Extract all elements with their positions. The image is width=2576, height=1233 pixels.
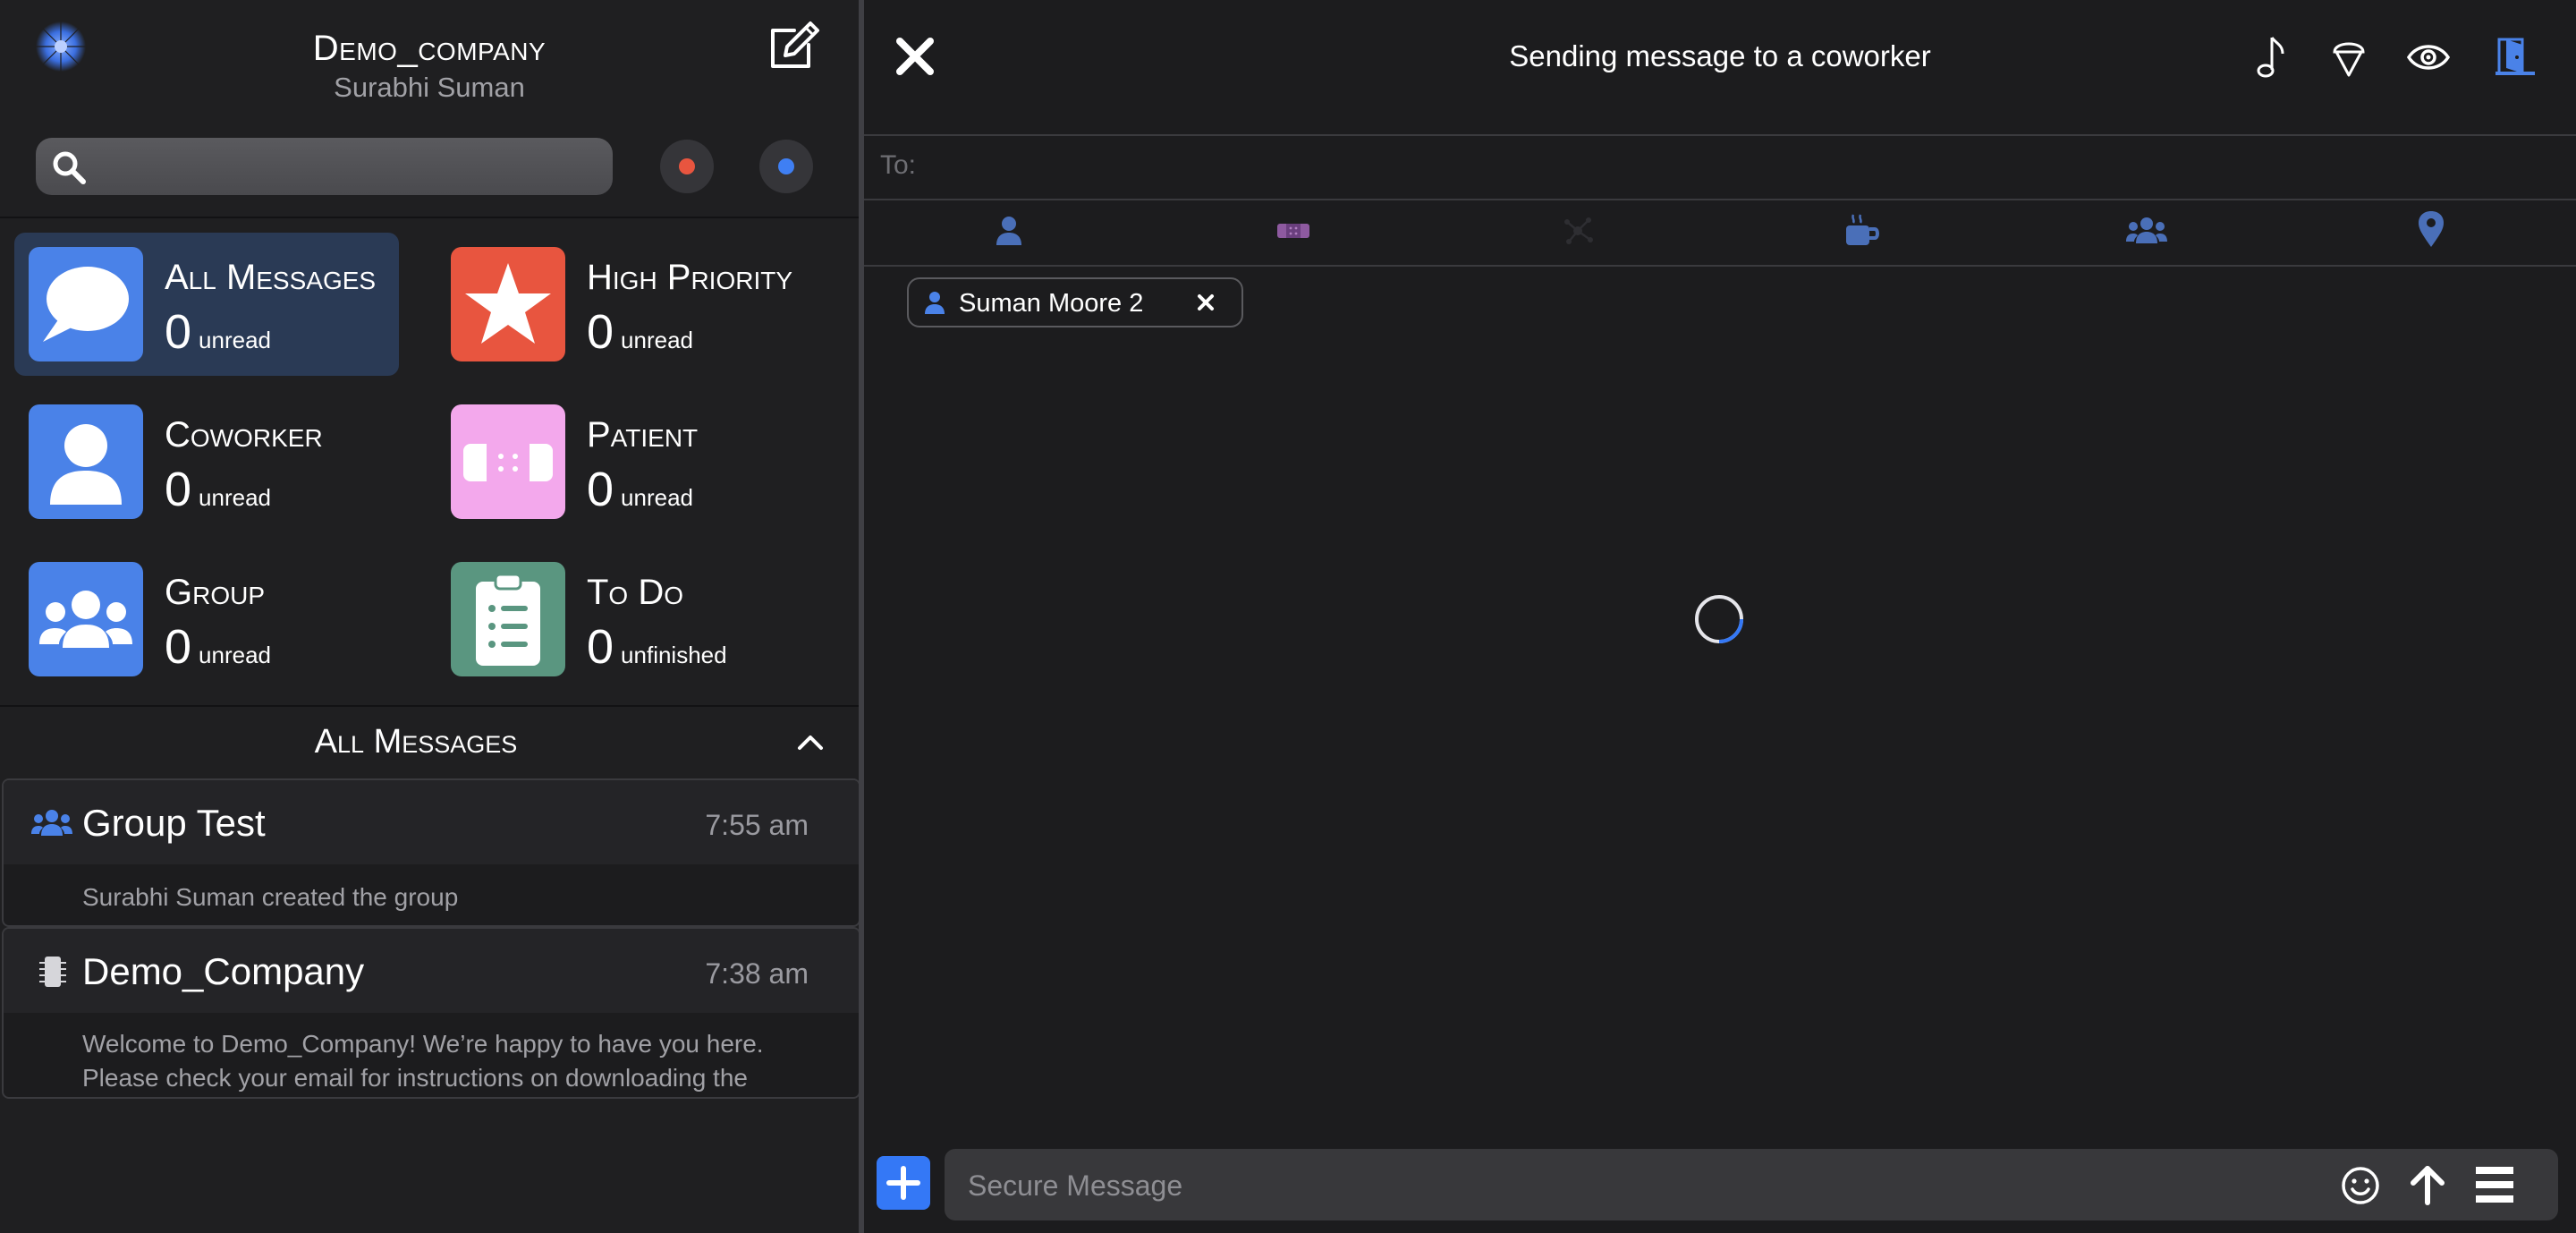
tile-count: 0 unread: [165, 305, 272, 359]
tile-high-priority[interactable]: High Priority 0 unread: [436, 233, 821, 376]
tile-count: 0 unread: [165, 620, 272, 674]
divider: [864, 134, 2576, 136]
arrow-up-icon: [2411, 1166, 2445, 1205]
music-note-icon[interactable]: [2256, 34, 2288, 81]
thread-time: 7:55 am: [705, 809, 809, 841]
tile-count: 0 unread: [587, 305, 694, 359]
star-icon: [465, 263, 551, 344]
chevron-up-icon[interactable]: [796, 730, 825, 752]
group-icon: [39, 591, 132, 648]
coffee-icon[interactable]: [1843, 211, 1879, 247]
tile-icon-box: [29, 247, 143, 361]
tile-coworker[interactable]: Coworker 0 unread: [14, 390, 399, 533]
divider: [0, 217, 859, 218]
network-icon[interactable]: [1560, 213, 1596, 249]
bandage-icon: [463, 444, 553, 481]
message-composer: [945, 1149, 2558, 1222]
thread-preview: Surabhi Suman created the group: [82, 883, 459, 911]
tile-title: All Messages: [165, 258, 377, 297]
emoji-icon: [2342, 1167, 2379, 1204]
tile-count: 0 unfinished: [587, 620, 727, 674]
door-exit-icon[interactable]: [2494, 36, 2537, 77]
loading-spinner-icon: [1692, 592, 1746, 646]
status-filter-red-button[interactable]: [660, 140, 714, 193]
thread-title: Group Test: [82, 802, 266, 844]
message-thread-item[interactable]: Demo_Company 7:38 am Welcome to Demo_Com…: [2, 927, 860, 1099]
send-button[interactable]: [2408, 1163, 2447, 1206]
tile-icon-box: [451, 404, 565, 519]
tile-count: 0 unread: [587, 463, 694, 516]
tile-title: Patient: [587, 415, 699, 455]
tile-title: Group: [165, 573, 266, 612]
compose-title: Sending message to a coworker: [1509, 39, 1931, 72]
search-box[interactable]: [36, 138, 613, 197]
status-dot: [679, 158, 695, 174]
sidebar: Demo_company Surabhi Suman All Messages …: [0, 0, 860, 1233]
tile-count: 0 unread: [165, 463, 272, 516]
tile-group[interactable]: Group 0 unread: [14, 548, 399, 691]
emoji-button[interactable]: [2340, 1165, 2381, 1206]
search-icon: [50, 149, 88, 186]
thread-header: Demo_Company 7:38 am: [4, 929, 859, 1013]
add-attachment-button[interactable]: [877, 1156, 930, 1210]
tile-unit: unread: [621, 484, 694, 511]
divider: [864, 199, 2576, 200]
org-name: Demo_company: [312, 29, 547, 68]
speech-bubble-icon: [43, 267, 129, 342]
tile-unit: unread: [199, 327, 272, 353]
tile-unit: unread: [199, 642, 272, 668]
thread-header: Group Test 7:55 am: [4, 780, 859, 864]
tile-icon-box: [451, 247, 565, 361]
recipient-chip[interactable]: Suman Moore 2: [907, 277, 1243, 327]
section-title: All Messages: [314, 723, 518, 761]
status-filter-blue-button[interactable]: [759, 140, 813, 193]
compose-icon: [771, 21, 819, 68]
tile-unit: unread: [621, 327, 694, 353]
tile-title: Coworker: [165, 415, 323, 455]
group-icon[interactable]: [2125, 213, 2168, 249]
compose-button[interactable]: [766, 18, 821, 72]
thread-time: 7:38 am: [705, 957, 809, 990]
group-icon: [30, 805, 73, 841]
plus-icon: [886, 1166, 920, 1200]
user-name: Surabhi Suman: [334, 72, 525, 103]
ice-cream-icon[interactable]: [2331, 36, 2367, 79]
tile-patient[interactable]: Patient 0 unread: [436, 390, 821, 533]
device-icon: [38, 954, 68, 990]
tile-icon-box: [29, 404, 143, 519]
bandage-icon[interactable]: [1275, 213, 1311, 249]
menu-button[interactable]: [2474, 1165, 2515, 1204]
search-input[interactable]: [98, 138, 603, 197]
thread-preview: Welcome to Demo_Company! We’re happy to …: [82, 1030, 764, 1092]
hamburger-icon: [2476, 1167, 2513, 1203]
tile-to-do[interactable]: To Do 0 unfinished: [436, 548, 821, 691]
eye-icon[interactable]: [2406, 39, 2451, 75]
person-icon[interactable]: [991, 213, 1027, 249]
clipboard-list-icon: [476, 573, 540, 666]
status-dot: [778, 158, 794, 174]
message-input[interactable]: [966, 1149, 2311, 1222]
divider: [864, 265, 2576, 267]
recipient-name: Suman Moore 2: [959, 289, 1144, 318]
person-icon: [923, 290, 946, 315]
person-icon: [50, 424, 122, 505]
location-pin-icon[interactable]: [2417, 209, 2445, 249]
remove-recipient-icon[interactable]: [1197, 293, 1215, 311]
thread-title: Demo_Company: [82, 950, 365, 992]
recipient-input[interactable]: [936, 140, 2549, 199]
message-thread-item[interactable]: Group Test 7:55 am Surabhi Suman created…: [2, 778, 860, 927]
compose-panel: Sending message to a coworker To: Suman …: [864, 0, 2576, 1233]
to-label: To:: [880, 150, 917, 180]
tile-icon-box: [451, 562, 565, 676]
message-section-header[interactable]: All Messages: [0, 707, 859, 778]
tile-unit: unfinished: [621, 642, 727, 668]
tile-title: To Do: [587, 573, 683, 612]
tile-title: High Priority: [587, 258, 793, 297]
tile-all-messages[interactable]: All Messages 0 unread: [14, 233, 399, 376]
tile-icon-box: [29, 562, 143, 676]
tile-unit: unread: [199, 484, 272, 511]
